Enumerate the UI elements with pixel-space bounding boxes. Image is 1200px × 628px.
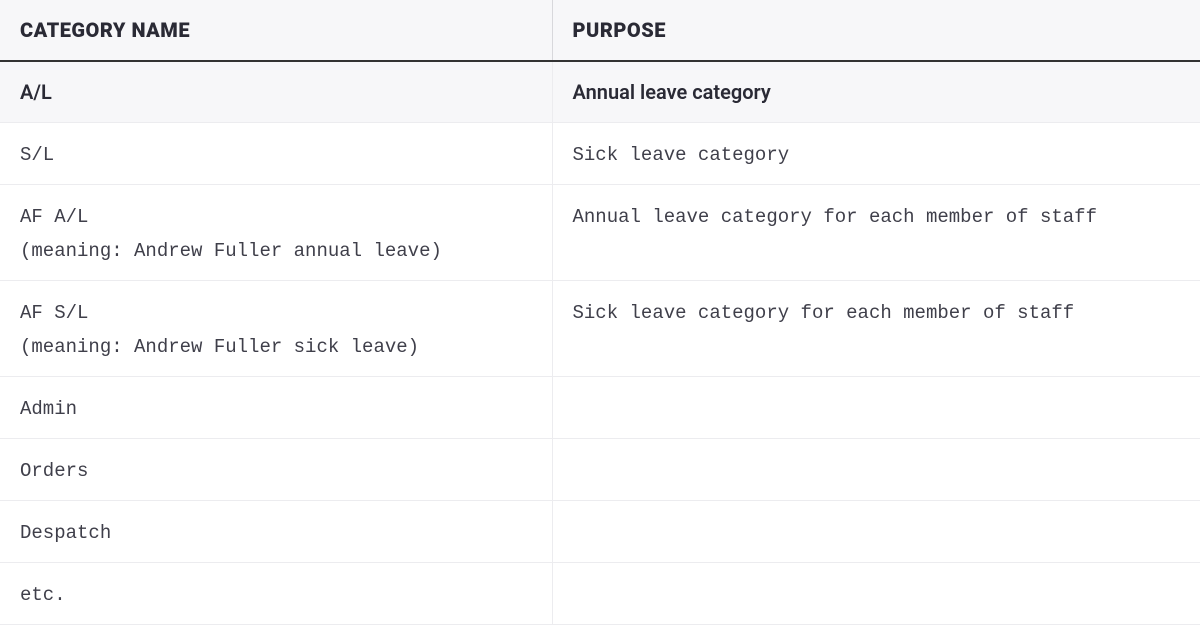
- cell-category: Despatch: [0, 501, 552, 563]
- table-row: etc.: [0, 563, 1200, 625]
- purpose-value: Sick leave category for each member of s…: [573, 302, 1075, 324]
- cell-purpose: [552, 377, 1200, 439]
- category-meaning: (meaning: Andrew Fuller annual leave): [20, 240, 532, 262]
- cell-purpose: Annual leave category: [552, 61, 1200, 123]
- category-value: Admin: [20, 398, 77, 420]
- cell-category: Orders: [0, 439, 552, 501]
- table-row: A/L Annual leave category: [0, 61, 1200, 123]
- category-value: AF S/L: [20, 302, 88, 324]
- categories-table: CATEGORY NAME PURPOSE A/L Annual leave c…: [0, 0, 1200, 625]
- cell-purpose: Annual leave category for each member of…: [552, 185, 1200, 281]
- table-row: S/L Sick leave category: [0, 123, 1200, 185]
- cell-category: etc.: [0, 563, 552, 625]
- purpose-value: Annual leave category for each member of…: [573, 206, 1098, 228]
- cell-purpose: [552, 563, 1200, 625]
- purpose-value: Sick leave category: [573, 144, 790, 166]
- table-header-row: CATEGORY NAME PURPOSE: [0, 0, 1200, 61]
- cell-category: AF S/L (meaning: Andrew Fuller sick leav…: [0, 281, 552, 377]
- header-purpose: PURPOSE: [552, 0, 1200, 61]
- cell-purpose: [552, 501, 1200, 563]
- table-row: Despatch: [0, 501, 1200, 563]
- table-row: Admin: [0, 377, 1200, 439]
- category-value: A/L: [20, 80, 52, 104]
- header-category: CATEGORY NAME: [0, 0, 552, 61]
- purpose-value: Annual leave category: [573, 80, 771, 104]
- category-meaning: (meaning: Andrew Fuller sick leave): [20, 336, 532, 358]
- table-row: AF S/L (meaning: Andrew Fuller sick leav…: [0, 281, 1200, 377]
- cell-category: Admin: [0, 377, 552, 439]
- cell-purpose: Sick leave category: [552, 123, 1200, 185]
- table-row: AF A/L (meaning: Andrew Fuller annual le…: [0, 185, 1200, 281]
- table-body: A/L Annual leave category S/L Sick leave…: [0, 61, 1200, 625]
- category-value: S/L: [20, 144, 54, 166]
- category-value: Despatch: [20, 522, 111, 544]
- category-value: AF A/L: [20, 206, 88, 228]
- cell-category: AF A/L (meaning: Andrew Fuller annual le…: [0, 185, 552, 281]
- cell-purpose: [552, 439, 1200, 501]
- cell-category: A/L: [0, 61, 552, 123]
- cell-purpose: Sick leave category for each member of s…: [552, 281, 1200, 377]
- category-value: etc.: [20, 584, 66, 606]
- cell-category: S/L: [0, 123, 552, 185]
- table-row: Orders: [0, 439, 1200, 501]
- category-value: Orders: [20, 460, 88, 482]
